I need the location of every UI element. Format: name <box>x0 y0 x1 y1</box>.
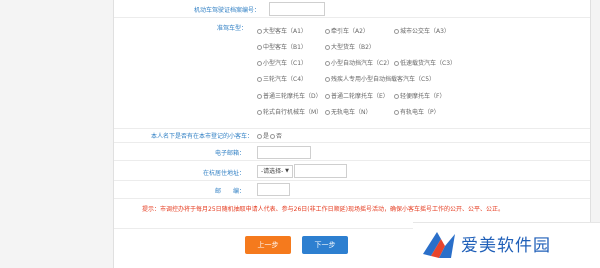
postal-row: 邮 编： <box>114 181 590 199</box>
residence-label: 在杭居住地址： <box>202 170 245 177</box>
option-n[interactable]: 无轨电车（N） <box>325 107 372 116</box>
brand-text: 爱美软件园 <box>461 236 551 256</box>
license-number-input[interactable] <box>269 2 325 16</box>
registered-car-label: 本人名下是否有在本市登记的小客车： <box>150 133 253 140</box>
option-a1[interactable]: 大型客车（A1） <box>257 26 307 35</box>
option-m[interactable]: 轮式自行机械车（M） <box>257 107 322 116</box>
notice-text: 提示：市调控办将于每月25日随机抽取申请人代表、参与26日(非工作日顺延)现场摇… <box>142 206 504 213</box>
radio-icon <box>325 110 330 115</box>
radio-icon <box>394 110 399 115</box>
radio-icon <box>394 61 399 66</box>
prev-button[interactable]: 上一步 <box>245 236 291 254</box>
chevron-down-icon: ▼ <box>285 168 289 174</box>
radio-icon <box>394 94 399 99</box>
option-d[interactable]: 普通三轮摩托车（D） <box>257 91 322 100</box>
option-b1[interactable]: 中型客车（B1） <box>257 42 307 51</box>
vehicle-type-label: 准驾车型： <box>216 25 247 32</box>
brand-logo-icon <box>423 232 455 258</box>
radio-icon <box>257 134 262 139</box>
radio-icon <box>394 29 399 34</box>
brand-watermark: 爱美软件园 <box>413 222 600 268</box>
option-c4[interactable]: 三轮汽车（C4） <box>257 74 307 83</box>
radio-icon <box>257 94 262 99</box>
registered-no-option[interactable]: 否 <box>270 131 282 140</box>
radio-icon <box>325 61 330 66</box>
option-p[interactable]: 有轨电车（P） <box>394 107 440 116</box>
address-input[interactable] <box>294 164 347 178</box>
option-b2[interactable]: 大型货车（B2） <box>325 42 375 51</box>
radio-icon <box>257 29 262 34</box>
radio-icon <box>325 45 330 50</box>
next-button[interactable]: 下一步 <box>302 236 348 254</box>
postal-input[interactable] <box>257 183 290 196</box>
radio-icon <box>257 45 262 50</box>
radio-icon <box>257 61 262 66</box>
radio-icon <box>325 94 330 99</box>
option-a3[interactable]: 城市公交车（A3） <box>394 26 450 35</box>
radio-icon <box>257 77 262 82</box>
license-number-row: 机动车驾驶证档案编号： <box>114 0 590 18</box>
district-select[interactable]: -请选择- ▼ <box>257 165 293 178</box>
registered-yes-option[interactable]: 是 <box>257 131 269 140</box>
license-number-label: 机动车驾驶证档案编号： <box>193 7 260 14</box>
option-c2[interactable]: 小型自动挡汽车（C2） <box>325 58 393 67</box>
option-c3[interactable]: 低速载货汽车（C3） <box>394 58 456 67</box>
radio-icon <box>270 134 275 139</box>
radio-icon <box>325 29 330 34</box>
option-c1[interactable]: 小型汽车（C1） <box>257 58 307 67</box>
option-f[interactable]: 轻便摩托车（F） <box>394 91 445 100</box>
residence-row: 在杭居住地址： -请选择- ▼ <box>114 161 590 181</box>
option-a2[interactable]: 牵引车（A2） <box>325 26 369 35</box>
vehicle-type-row: 准驾车型： 大型客车（A1） 牵引车（A2） 城市公交车（A3） 中型客车（B1… <box>114 18 590 129</box>
email-input[interactable] <box>257 146 311 159</box>
radio-icon <box>257 110 262 115</box>
postal-label: 邮 编： <box>214 188 245 195</box>
radio-icon <box>325 77 330 82</box>
option-c5[interactable]: 残疾人专用小型自动挡载客汽车（C5） <box>325 74 435 83</box>
email-row: 电子邮箱： <box>114 143 590 161</box>
option-e[interactable]: 普通二轮摩托车（E） <box>325 91 389 100</box>
registered-car-row: 本人名下是否有在本市登记的小客车： 是 否 <box>114 129 590 143</box>
email-label: 电子邮箱： <box>214 150 245 157</box>
